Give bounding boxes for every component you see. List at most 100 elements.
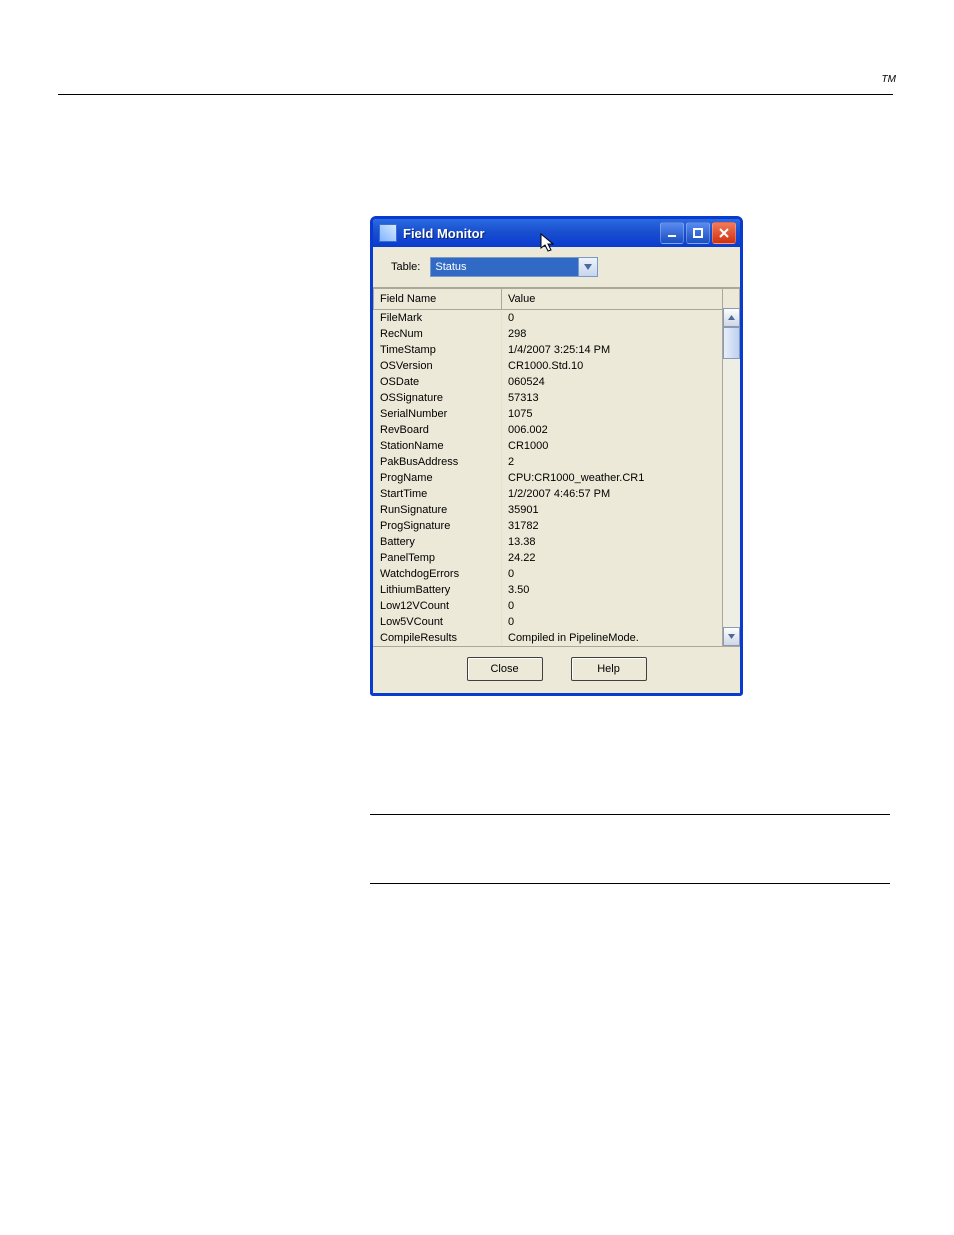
cell-value: 298	[502, 326, 723, 342]
scroll-thumb[interactable]	[723, 327, 740, 359]
cell-value: 2	[502, 454, 723, 470]
chevron-down-icon	[584, 264, 592, 270]
maximize-icon	[692, 227, 704, 239]
app-icon	[379, 224, 397, 242]
data-grid-wrap: Field Name Value FileMark0RecNum298TimeS…	[373, 287, 740, 647]
minimize-button[interactable]	[660, 222, 684, 244]
cell-field-name: PanelTemp	[374, 550, 502, 566]
table-row[interactable]: PakBusAddress2	[374, 454, 740, 470]
header-rule	[58, 94, 893, 95]
button-panel: Close Help	[373, 647, 740, 693]
help-button[interactable]: Help	[571, 657, 647, 681]
cell-field-name: Low5VCount	[374, 614, 502, 630]
cell-field-name: StationName	[374, 438, 502, 454]
data-grid[interactable]: Field Name Value FileMark0RecNum298TimeS…	[373, 288, 740, 646]
table-row[interactable]: RevBoard006.002	[374, 422, 740, 438]
cell-field-name: RecNum	[374, 326, 502, 342]
table-row[interactable]: PanelTemp24.22	[374, 550, 740, 566]
cell-value: 35901	[502, 502, 723, 518]
cell-field-name: ProgSignature	[374, 518, 502, 534]
table-row[interactable]: FileMark0	[374, 310, 740, 327]
table-row[interactable]: Low5VCount0	[374, 614, 740, 630]
table-combobox-button[interactable]	[578, 257, 598, 277]
cell-value: CPU:CR1000_weather.CR1	[502, 470, 723, 486]
cell-field-name: FileMark	[374, 310, 502, 327]
chevron-down-icon	[728, 634, 735, 639]
table-combobox[interactable]: Status	[430, 257, 598, 277]
table-row[interactable]: OSSignature57313	[374, 390, 740, 406]
cell-value: 31782	[502, 518, 723, 534]
cell-field-name: TimeStamp	[374, 342, 502, 358]
table-row[interactable]: StationNameCR1000	[374, 438, 740, 454]
cell-value: Compiled in PipelineMode.	[502, 630, 723, 646]
cell-value: CR1000	[502, 438, 723, 454]
header-trademark: TM	[882, 74, 896, 85]
cell-value: 57313	[502, 390, 723, 406]
cell-field-name: PakBusAddress	[374, 454, 502, 470]
cell-value: 0	[502, 566, 723, 582]
table-row[interactable]: OSVersionCR1000.Std.10	[374, 358, 740, 374]
cell-value: 0	[502, 598, 723, 614]
table-row[interactable]: TimeStamp1/4/2007 3:25:14 PM	[374, 342, 740, 358]
cell-value: 060524	[502, 374, 723, 390]
close-icon	[718, 227, 730, 239]
table-row[interactable]: LithiumBattery3.50	[374, 582, 740, 598]
table-row[interactable]: StartTime1/2/2007 4:46:57 PM	[374, 486, 740, 502]
table-row[interactable]: CompileResultsCompiled in PipelineMode.	[374, 630, 740, 646]
cell-field-name: SerialNumber	[374, 406, 502, 422]
cell-value: 1/2/2007 4:46:57 PM	[502, 486, 723, 502]
cell-value: 006.002	[502, 422, 723, 438]
cell-value: 1075	[502, 406, 723, 422]
body-rule-2	[370, 883, 890, 884]
cell-value: 0	[502, 614, 723, 630]
table-row[interactable]: OSDate060524	[374, 374, 740, 390]
cell-field-name: StartTime	[374, 486, 502, 502]
cell-field-name: OSSignature	[374, 390, 502, 406]
table-row[interactable]: Low12VCount0	[374, 598, 740, 614]
cell-value: 24.22	[502, 550, 723, 566]
cell-value: 3.50	[502, 582, 723, 598]
cell-field-name: WatchdogErrors	[374, 566, 502, 582]
close-dialog-button[interactable]: Close	[467, 657, 543, 681]
cell-field-name: RevBoard	[374, 422, 502, 438]
cell-field-name: LithiumBattery	[374, 582, 502, 598]
column-header-value[interactable]: Value	[502, 289, 723, 310]
maximize-button[interactable]	[686, 222, 710, 244]
scroll-down-button[interactable]	[723, 627, 740, 646]
cell-field-name: CompileResults	[374, 630, 502, 646]
minimize-icon	[666, 227, 678, 239]
table-selector-panel: Table: Status	[373, 247, 740, 287]
table-row[interactable]: RunSignature35901	[374, 502, 740, 518]
scroll-up-button[interactable]	[723, 308, 740, 327]
body-rule-1	[370, 814, 890, 815]
cell-value: 1/4/2007 3:25:14 PM	[502, 342, 723, 358]
cell-field-name: ProgName	[374, 470, 502, 486]
cell-value: 0	[502, 310, 723, 327]
table-row[interactable]: ProgNameCPU:CR1000_weather.CR1	[374, 470, 740, 486]
cell-field-name: Battery	[374, 534, 502, 550]
cell-field-name: OSVersion	[374, 358, 502, 374]
column-header-spacer	[723, 289, 740, 310]
cell-field-name: OSDate	[374, 374, 502, 390]
cell-value: CR1000.Std.10	[502, 358, 723, 374]
window-title: Field Monitor	[403, 226, 660, 241]
cell-field-name: RunSignature	[374, 502, 502, 518]
titlebar[interactable]: Field Monitor	[373, 219, 740, 247]
chevron-up-icon	[728, 315, 735, 320]
table-row[interactable]: RecNum298	[374, 326, 740, 342]
client-area: Table: Status Field Name Value FileMa	[373, 247, 740, 693]
table-label: Table:	[391, 261, 420, 273]
table-row[interactable]: Battery13.38	[374, 534, 740, 550]
vertical-scrollbar[interactable]	[722, 308, 740, 646]
cell-field-name: Low12VCount	[374, 598, 502, 614]
table-row[interactable]: ProgSignature31782	[374, 518, 740, 534]
table-row[interactable]: SerialNumber1075	[374, 406, 740, 422]
table-row[interactable]: WatchdogErrors0	[374, 566, 740, 582]
cell-value: 13.38	[502, 534, 723, 550]
window-buttons	[660, 222, 736, 244]
scroll-track[interactable]	[723, 327, 740, 627]
column-header-field-name[interactable]: Field Name	[374, 289, 502, 310]
close-button[interactable]	[712, 222, 736, 244]
table-combobox-value: Status	[430, 257, 578, 277]
field-monitor-window: Field Monitor Table: Status	[370, 216, 743, 696]
